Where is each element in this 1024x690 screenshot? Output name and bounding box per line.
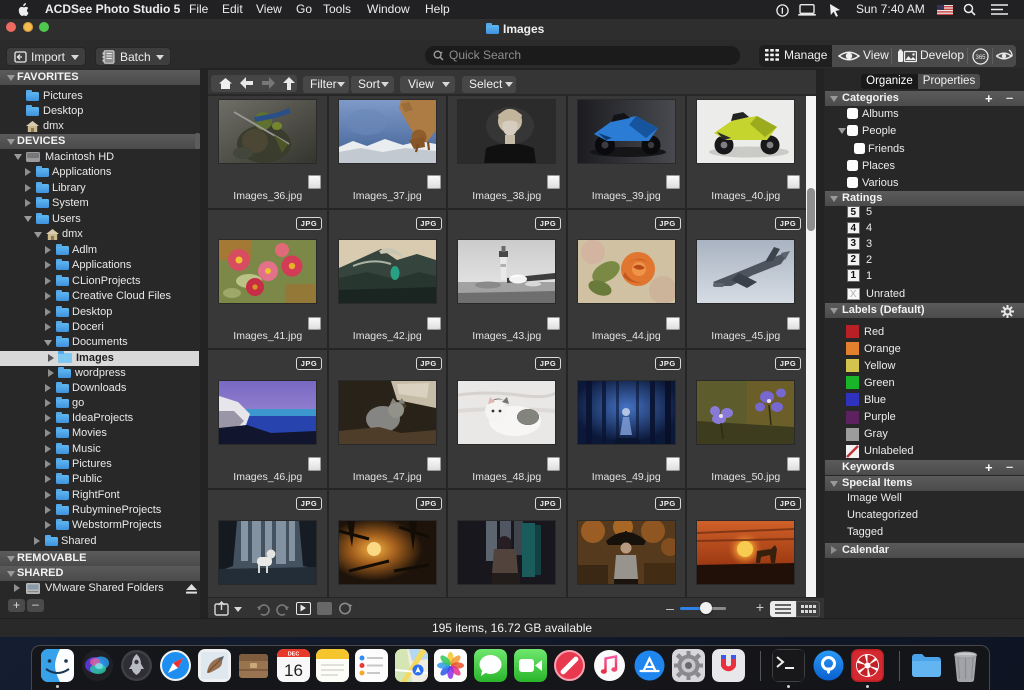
svg-text:16: 16 [284,661,303,680]
svg-text:DEC: DEC [287,652,299,658]
svg-text:365: 365 [975,55,986,61]
